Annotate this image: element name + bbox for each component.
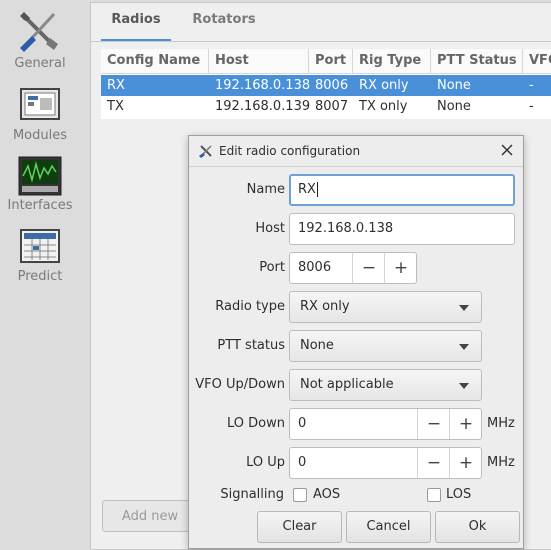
- ok-button[interactable]: Ok: [435, 511, 520, 543]
- modules-icon: [20, 88, 60, 120]
- port-label: Port: [259, 260, 285, 275]
- lo-down-increment-button[interactable]: +: [449, 409, 482, 439]
- cell-config-name: RX: [107, 78, 125, 93]
- sidebar-item-modules[interactable]: Modules: [0, 88, 80, 143]
- cell-host: 192.168.0.139: [215, 99, 311, 114]
- column-header[interactable]: VFO: [523, 49, 551, 73]
- sidebar-item-general[interactable]: General: [0, 8, 80, 71]
- table-row[interactable]: RX 192.168.0.138 8006 RX only None -: [101, 75, 551, 96]
- chevron-down-icon: [459, 344, 469, 350]
- sidebar-item-label: Modules: [12, 128, 68, 143]
- radio-type-value: RX only: [300, 299, 350, 314]
- cell-rig-type: TX only: [359, 99, 408, 114]
- cell-rig-type: RX only: [359, 78, 409, 93]
- lo-up-stepper[interactable]: 0 − +: [289, 447, 482, 479]
- column-header[interactable]: Host: [209, 49, 309, 73]
- column-header[interactable]: Rig Type: [353, 49, 431, 73]
- dialog-header: Edit radio configuration: [189, 136, 523, 167]
- dialog-title: Edit radio configuration: [219, 144, 361, 158]
- port-decrement-button[interactable]: −: [352, 253, 385, 283]
- cell-host: 192.168.0.138: [215, 78, 311, 93]
- cell-port: 8006: [315, 78, 349, 93]
- vfo-value: Not applicable: [300, 377, 394, 392]
- port-increment-button[interactable]: +: [384, 253, 417, 283]
- los-label: LOS: [446, 487, 472, 502]
- aos-checkbox[interactable]: [293, 488, 307, 502]
- vfo-dropdown[interactable]: Not applicable: [289, 369, 482, 401]
- table-header: Config Name Host Port Rig Type PTT Statu…: [101, 49, 551, 74]
- cell-config-name: TX: [107, 99, 124, 114]
- signalling-label: Signalling: [220, 487, 284, 502]
- sidebar-item-predict[interactable]: Predict: [0, 229, 80, 284]
- host-label: Host: [255, 221, 285, 236]
- edit-radio-dialog: Edit radio configuration Name RX Host 19…: [188, 135, 524, 549]
- wrench-screwdriver-icon: [199, 145, 212, 158]
- vfo-label: VFO Up/Down: [195, 377, 285, 392]
- lo-down-value: 0: [298, 416, 307, 431]
- radio-type-dropdown[interactable]: RX only: [289, 291, 482, 323]
- text-cursor: [316, 182, 318, 197]
- tab-rotators[interactable]: Rotators: [181, 3, 267, 39]
- sidebar-item-label: Predict: [17, 269, 63, 284]
- sidebar: General Modules Interfaces Predict: [0, 0, 80, 548]
- ptt-status-label: PTT status: [217, 338, 285, 353]
- cell-port: 8007: [315, 99, 349, 114]
- column-header[interactable]: Config Name: [101, 49, 209, 73]
- port-value: 8006: [298, 260, 332, 275]
- close-icon[interactable]: [499, 142, 515, 158]
- cell-ptt-status: None: [437, 99, 471, 114]
- lo-down-unit: MHz: [487, 416, 515, 431]
- chevron-down-icon: [459, 305, 469, 311]
- name-label: Name: [246, 182, 285, 197]
- column-header[interactable]: PTT Status: [431, 49, 523, 73]
- lo-down-stepper[interactable]: 0 − +: [289, 408, 482, 440]
- tab-bar: Radios Rotators: [91, 3, 551, 42]
- sidebar-item-label: Interfaces: [7, 198, 73, 213]
- lo-up-increment-button[interactable]: +: [449, 448, 482, 478]
- cell-vfo: -: [529, 78, 534, 93]
- lo-up-value: 0: [298, 455, 307, 470]
- wrench-screwdriver-icon: [20, 12, 58, 52]
- sidebar-item-label: General: [14, 56, 66, 71]
- name-value: RX: [298, 182, 316, 197]
- radios-table: Config Name Host Port Rig Type PTT Statu…: [101, 49, 551, 119]
- name-field[interactable]: RX: [289, 174, 515, 206]
- radio-type-label: Radio type: [215, 299, 285, 314]
- add-new-button[interactable]: Add new: [102, 500, 198, 532]
- lo-down-decrement-button[interactable]: −: [417, 409, 450, 439]
- ptt-status-dropdown[interactable]: None: [289, 330, 482, 362]
- host-field[interactable]: 192.168.0.138: [289, 213, 515, 245]
- table-row[interactable]: TX 192.168.0.139 8007 TX only None -: [101, 96, 551, 117]
- cell-vfo: -: [529, 99, 534, 114]
- sidebar-item-interfaces[interactable]: Interfaces: [0, 156, 80, 213]
- ptt-status-value: None: [300, 338, 334, 353]
- cell-ptt-status: None: [437, 78, 471, 93]
- tab-radios[interactable]: Radios: [101, 3, 171, 41]
- los-checkbox[interactable]: [427, 488, 441, 502]
- lo-down-label: LO Down: [227, 416, 285, 431]
- calendar-grid-icon: [20, 229, 60, 263]
- lo-up-decrement-button[interactable]: −: [417, 448, 450, 478]
- aos-label: AOS: [313, 487, 341, 502]
- oscilloscope-icon: [18, 156, 62, 196]
- lo-up-unit: MHz: [487, 455, 515, 470]
- cancel-button[interactable]: Cancel: [346, 511, 431, 543]
- lo-up-label: LO Up: [246, 455, 285, 470]
- clear-button[interactable]: Clear: [257, 511, 342, 543]
- column-header[interactable]: Port: [309, 49, 353, 73]
- port-stepper[interactable]: 8006 − +: [289, 252, 417, 284]
- chevron-down-icon: [459, 383, 469, 389]
